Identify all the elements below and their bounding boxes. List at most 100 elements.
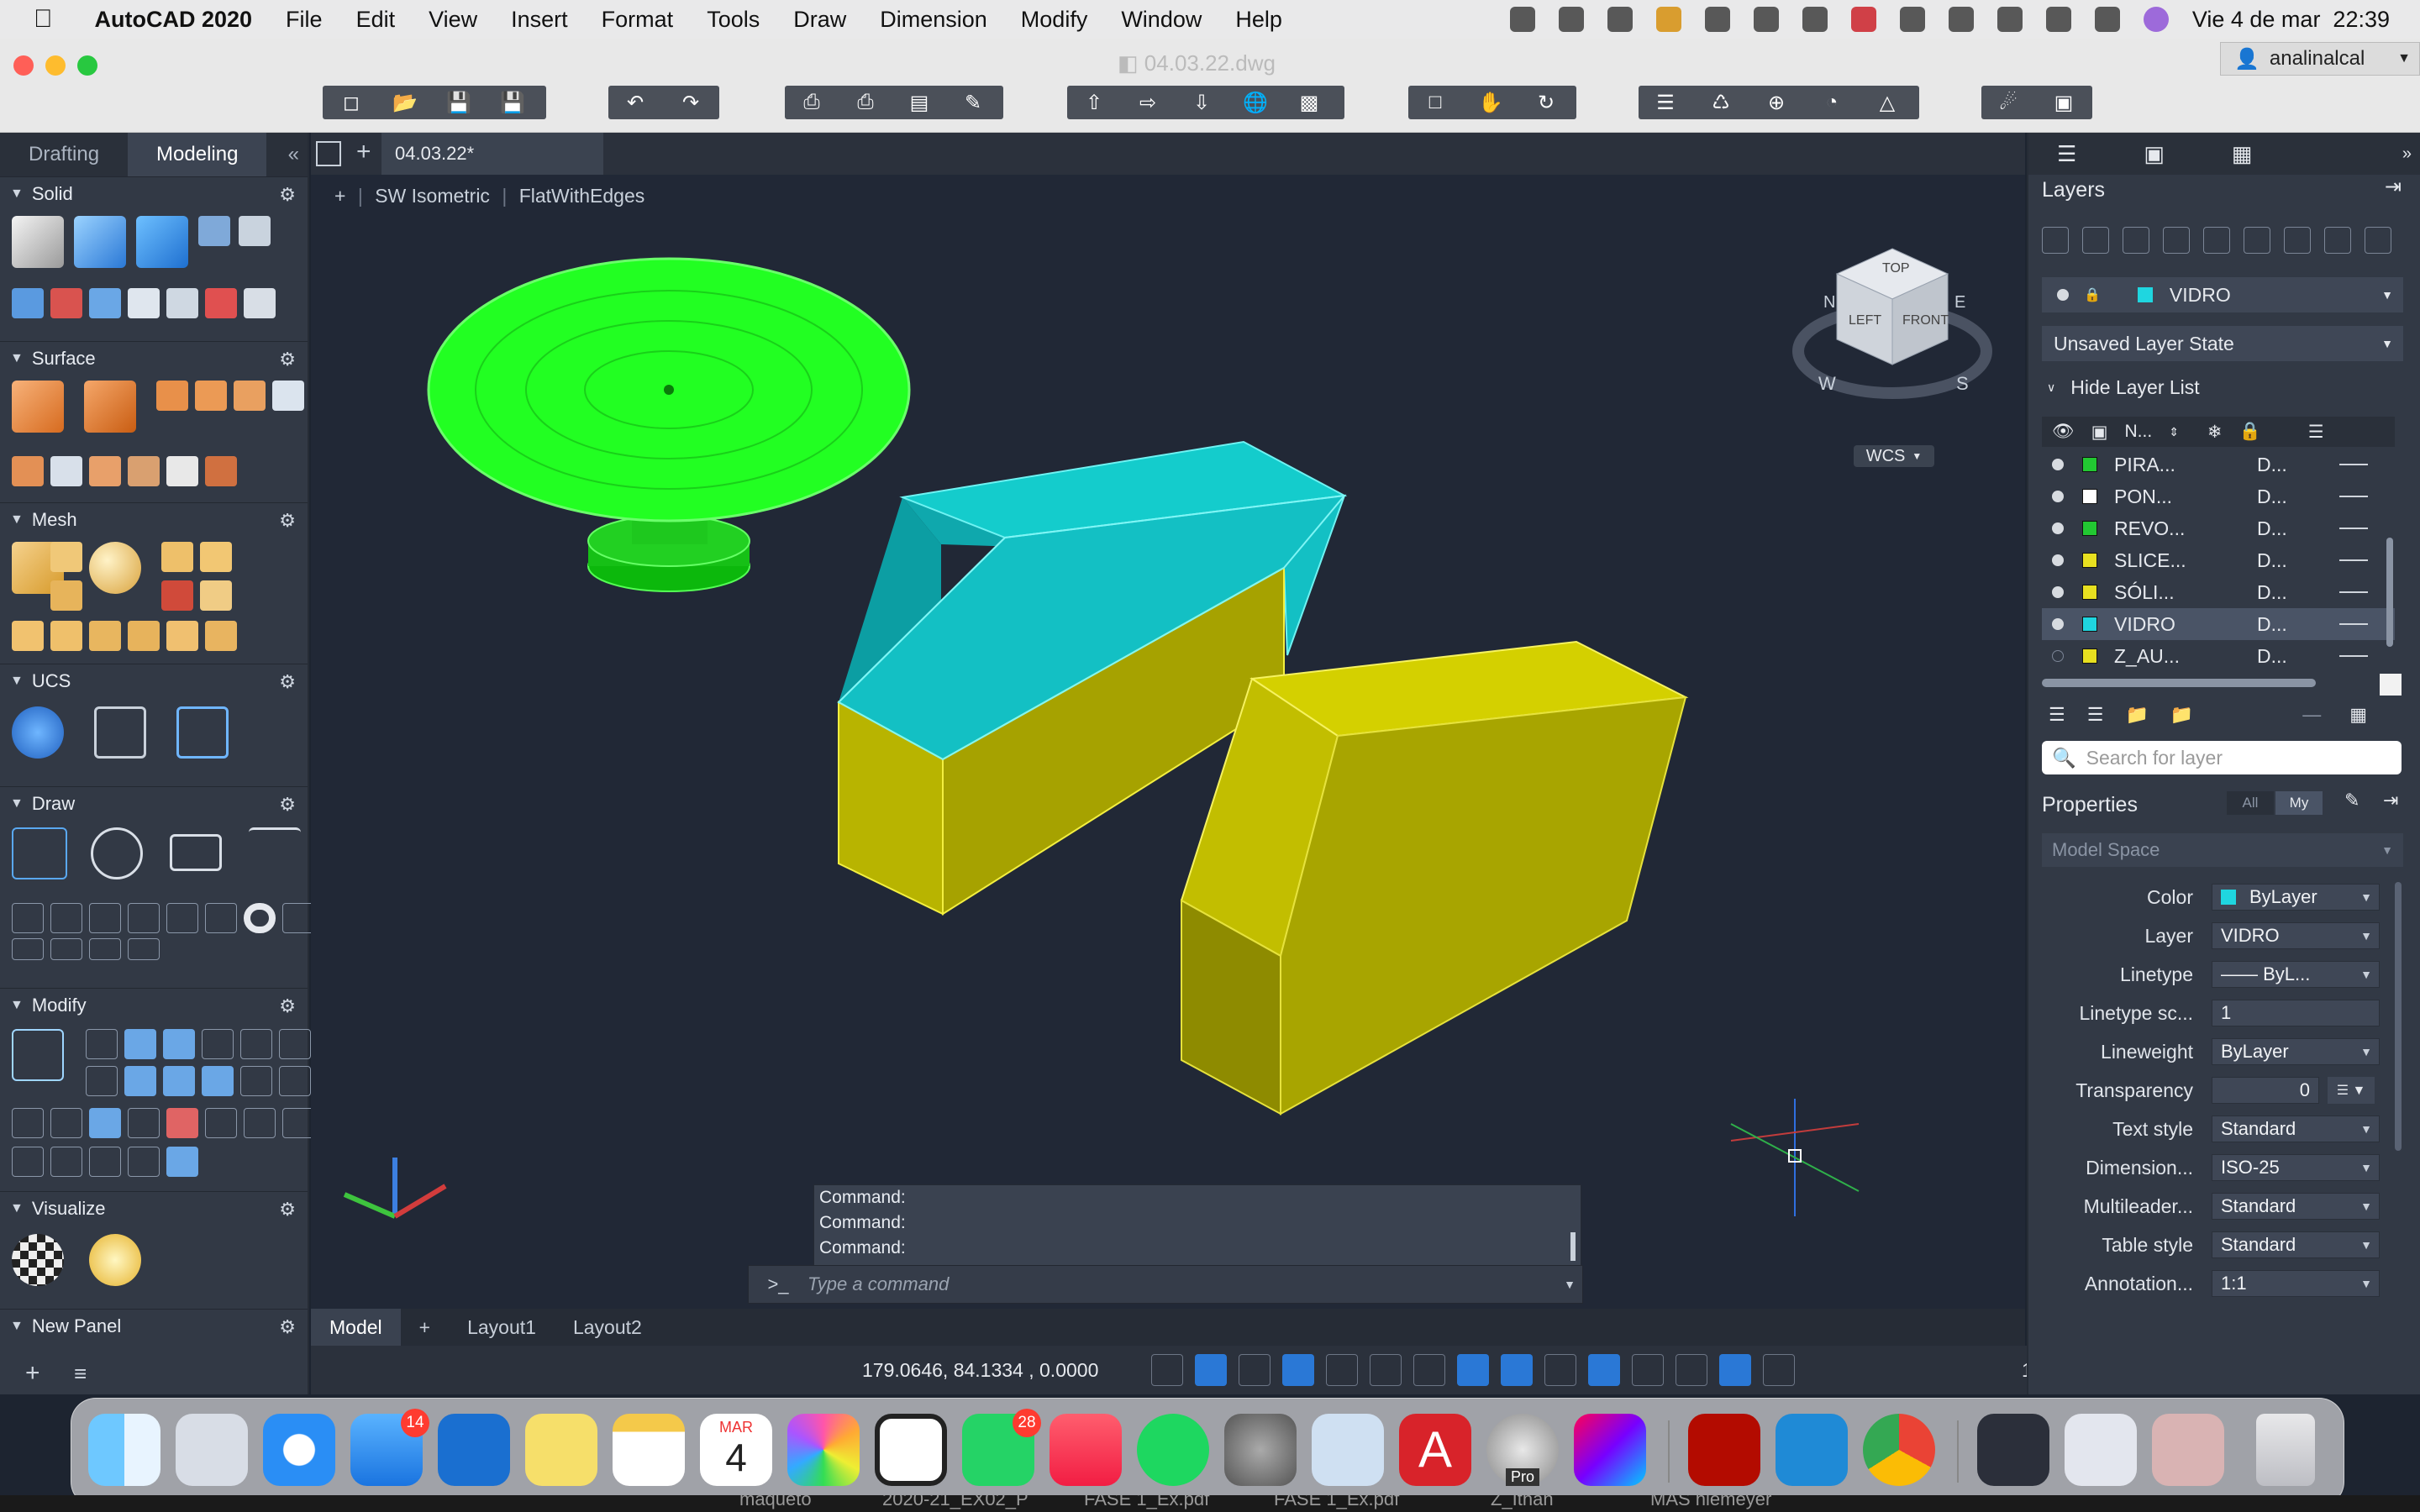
trim-icon[interactable] [12, 1108, 44, 1138]
ucs-x-icon[interactable] [94, 706, 146, 759]
section-visualize-header[interactable]: ▼ Visualize [0, 1192, 308, 1226]
gizmo-icon[interactable] [12, 1029, 64, 1081]
fillet-icon[interactable] [279, 1066, 311, 1096]
layer-lock-icon[interactable] [2324, 227, 2351, 254]
mesh-collapse-icon[interactable] [89, 621, 121, 651]
properties-tool-button[interactable]: ☰ [1644, 86, 1687, 119]
transparency-icon[interactable] [1457, 1354, 1489, 1386]
extend-icon[interactable] [282, 1108, 314, 1138]
select-icon[interactable] [279, 1029, 311, 1059]
ucs-3point-icon[interactable] [176, 706, 229, 759]
tab-layout2[interactable]: Layout2 [555, 1309, 660, 1346]
layer-list-hscrollbar[interactable] [2042, 679, 2316, 687]
doc-tab[interactable]: 04.03.22* [381, 133, 603, 175]
tab-drafting[interactable]: Drafting [0, 133, 128, 176]
chevron-down-icon[interactable]: ▼ [1564, 1278, 1576, 1291]
mirror3d-icon[interactable] [240, 1029, 272, 1059]
autocad-icon[interactable]: A [1399, 1414, 1471, 1486]
section-new-panel-header[interactable]: ▼ New Panel [0, 1310, 308, 1343]
prop-color-select[interactable]: ByLayer ▼ [2212, 884, 2380, 911]
battery-icon[interactable] [1899, 7, 1925, 32]
annotation-visibility-icon[interactable] [1719, 1354, 1751, 1386]
notification-icon[interactable] [1655, 7, 1681, 32]
visual-style-control[interactable]: FlatWithEdges [519, 185, 645, 207]
redo-button[interactable]: ↷ [669, 86, 713, 119]
yellow-solid[interactable] [1180, 640, 1689, 1116]
desktop-file-label[interactable]: FASE 1_Ex.pdf [1084, 1495, 1209, 1510]
layer-match-icon[interactable] [2123, 227, 2149, 254]
properties-scrollbar[interactable] [2395, 882, 2402, 1151]
hatch-icon[interactable] [282, 903, 314, 933]
world-ucs-icon[interactable] [12, 706, 64, 759]
stack-downloads-icon[interactable] [2152, 1414, 2224, 1486]
web-button[interactable]: 🌐 [1234, 86, 1277, 119]
region-icon[interactable] [205, 903, 237, 933]
coordinates-readout[interactable]: 179.0646, 84.1334 , 0.0000 [862, 1359, 1098, 1382]
layer-row[interactable]: PON... D... [2042, 480, 2395, 512]
layer-off-dot[interactable] [2052, 650, 2064, 662]
user-account-icon[interactable] [1996, 7, 2023, 32]
properties-tab-icon[interactable]: ▣ [2144, 141, 2165, 167]
layer-color-swatch[interactable] [2082, 648, 2097, 664]
properties-all-button[interactable]: All [2227, 791, 2274, 815]
isodraft-icon[interactable] [1370, 1354, 1402, 1386]
layer-on-dot[interactable] [2052, 554, 2064, 566]
gear-icon[interactable]: ⚙ [279, 510, 296, 532]
layer-previous-icon[interactable] [2163, 227, 2190, 254]
box-icon[interactable] [12, 216, 64, 268]
layer-color-swatch[interactable] [2082, 457, 2097, 472]
3d-box-icon[interactable] [128, 1108, 160, 1138]
snap-mode-icon[interactable] [1239, 1354, 1270, 1386]
render-button[interactable]: ☄ [1986, 86, 2030, 119]
menu-window[interactable]: Window [1121, 7, 1202, 33]
surface-sculpt-icon[interactable] [128, 456, 160, 486]
page-setup-button[interactable]: ▤ [897, 86, 941, 119]
close-window-button[interactable] [13, 55, 34, 76]
layer-color-swatch[interactable] [2082, 617, 2097, 632]
layer-row[interactable]: SÓLI... D... [2042, 576, 2395, 608]
layer-list-vscrollbar[interactable] [2386, 538, 2393, 647]
prop-annotation-select[interactable]: 1:1 ▼ [2212, 1270, 2380, 1297]
shell-icon[interactable] [244, 288, 276, 318]
lineweight-icon[interactable] [1413, 1354, 1445, 1386]
linetype-column-icon[interactable]: ☰ [2308, 422, 2324, 443]
layer-unlock-icon[interactable] [2365, 227, 2391, 254]
user-account-button[interactable]: 👤 analinalcal ▼ [2220, 42, 2420, 76]
erase-icon[interactable] [166, 1108, 198, 1138]
section-solid-header[interactable]: ▼ Solid [0, 177, 308, 211]
mesh-smooth-icon[interactable] [50, 542, 82, 572]
green-pedestal[interactable] [427, 257, 911, 592]
rotate-icon[interactable] [240, 1066, 272, 1096]
loft-surface-icon[interactable] [234, 381, 266, 411]
union-icon[interactable] [136, 216, 188, 268]
3d-osnap-icon[interactable] [1544, 1354, 1576, 1386]
section-draw-header[interactable]: ▼ Draw [0, 787, 308, 821]
desktop-file-label[interactable]: Z_Ithan [1491, 1495, 1554, 1510]
desktop-file-label[interactable]: maqueto [739, 1495, 812, 1510]
layer-state-dropdown[interactable]: Unsaved Layer State ▼ [2042, 326, 2403, 361]
lock-column-icon[interactable]: 🔒 [2239, 422, 2261, 442]
layer-on-dot[interactable] [2052, 491, 2064, 502]
layer-color-swatch[interactable] [2082, 489, 2097, 504]
layers-export-icon[interactable]: ⇥ [2385, 175, 2402, 199]
orbit-button[interactable]: ↻ [1524, 86, 1568, 119]
safari-icon[interactable] [263, 1414, 335, 1486]
collapse-palette-icon[interactable]: « [280, 133, 308, 176]
photos-icon[interactable] [787, 1414, 860, 1486]
notes-icon[interactable] [613, 1414, 685, 1486]
cloud-icon[interactable] [1607, 7, 1633, 32]
stretch-icon[interactable] [205, 1108, 237, 1138]
mesh-crease-icon[interactable] [200, 542, 232, 572]
menu-tools[interactable]: Tools [707, 7, 760, 33]
menu-edit[interactable]: Edit [356, 7, 396, 33]
columns-icon[interactable]: ▦ [2349, 704, 2367, 726]
mesh-section-icon[interactable] [166, 621, 198, 651]
offset-surface-icon[interactable] [195, 381, 227, 411]
current-column-icon[interactable]: ▣ [2091, 422, 2108, 443]
layer-freeze-icon[interactable] [2284, 227, 2311, 254]
layer-row-selected[interactable]: VIDRO D... [2042, 608, 2395, 640]
menu-help[interactable]: Help [1235, 7, 1282, 33]
search-icon[interactable] [2045, 7, 2071, 32]
mesh-convert-icon[interactable] [12, 621, 44, 651]
trash-icon[interactable] [2256, 1414, 2315, 1486]
